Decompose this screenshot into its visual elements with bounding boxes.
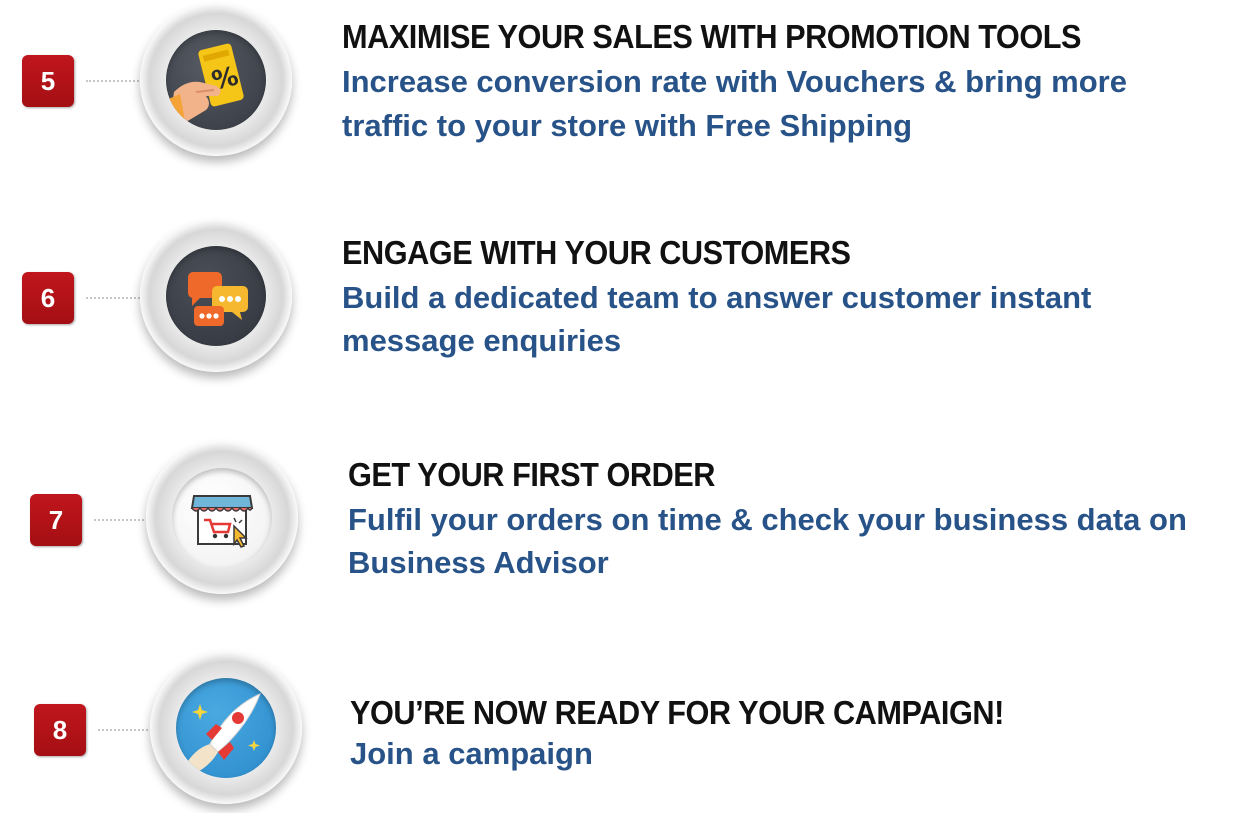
dotted-connector xyxy=(86,80,146,82)
step-title: MAXIMISE YOUR SALES WITH PROMOTION TOOLS xyxy=(342,18,1082,55)
online-store-icon xyxy=(190,495,254,548)
dotted-connector xyxy=(94,519,152,521)
rocket-launch-icon xyxy=(186,693,261,774)
step-number-badge: 5 xyxy=(22,55,74,107)
step-number-badge: 7 xyxy=(30,494,82,546)
promotion-voucher-icon: % xyxy=(166,43,244,130)
step-description-line-1: Build a dedicated team to answer custome… xyxy=(342,280,1092,315)
dotted-connector xyxy=(98,729,156,731)
step-number-badge: 8 xyxy=(34,704,86,756)
step-7: 7 GET YOUR FIRST ORDER Fulfil your order… xyxy=(0,442,1248,602)
dotted-connector xyxy=(86,297,144,299)
step-description-line-1: Increase conversion rate with Vouchers &… xyxy=(342,64,1127,99)
chat-bubbles-icon xyxy=(188,272,248,326)
step-number-badge: 6 xyxy=(22,272,74,324)
step-description-line-1: Join a campaign xyxy=(350,736,593,771)
step-title: ENGAGE WITH YOUR CUSTOMERS xyxy=(342,234,851,271)
step-6: 6 ENGAGE WITH YOUR CUSTOMERS Build a ded… xyxy=(0,220,1248,380)
step-description-line-2: message enquiries xyxy=(342,323,622,358)
icon-ring xyxy=(150,652,302,804)
icon-ring xyxy=(140,220,292,372)
step-title: GET YOUR FIRST ORDER xyxy=(348,456,715,493)
step-description-line-2: Business Advisor xyxy=(348,545,609,580)
step-title: YOU’RE NOW READY FOR YOUR CAMPAIGN! xyxy=(350,694,1004,731)
icon-ring: % xyxy=(140,4,292,156)
step-description-line-2: traffic to your store with Free Shipping xyxy=(342,108,913,143)
step-8: 8 YOU’RE NOW READY FOR YOUR CAMPAIGN! Jo… xyxy=(0,652,1248,812)
icon-ring xyxy=(146,442,298,594)
step-description-line-1: Fulfil your orders on time & check your … xyxy=(348,502,1187,537)
step-5: 5 % MAXIMISE YOUR SALES WITH PROMOTION T… xyxy=(0,0,1248,160)
